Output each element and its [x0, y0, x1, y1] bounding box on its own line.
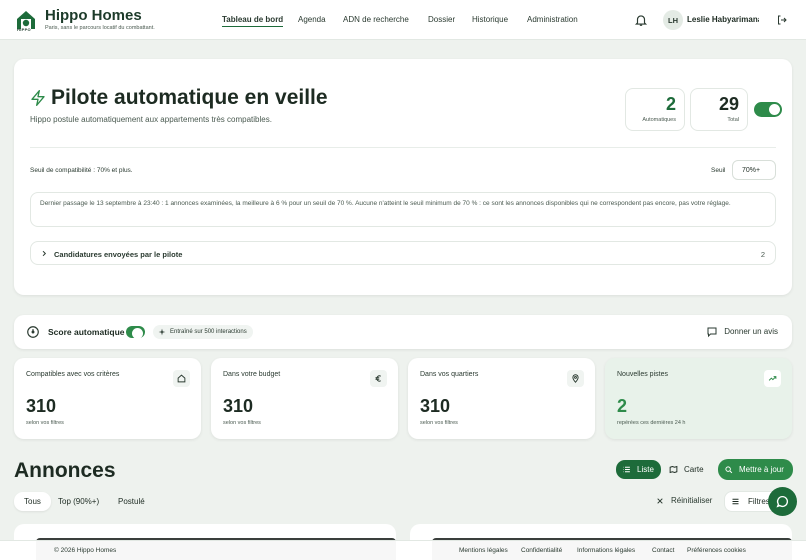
footer-link-mentions[interactable]: Mentions légales	[459, 547, 508, 554]
view-map-button[interactable]: Carte	[664, 460, 714, 479]
candidatures-count: 2	[760, 250, 765, 259]
footer-link-informations[interactable]: Informations légales	[577, 547, 635, 554]
feedback-button[interactable]: Donner un avis	[724, 327, 778, 336]
candidatures-label: Candidatures envoyées par le pilote	[54, 250, 183, 259]
map-icon	[669, 465, 678, 474]
tab-tous[interactable]: Tous	[14, 492, 51, 511]
home-icon	[173, 370, 190, 387]
top-navigation-bar: HIPPO Hippo Homes Paris, sans le parcour…	[0, 0, 806, 40]
filters-label: Filtres	[748, 497, 770, 506]
stat-card-nouvelles-pistes: Nouvelles pistes 2 repérées ces dernière…	[605, 358, 792, 439]
stat-title: Nouvelles pistes	[617, 371, 668, 378]
close-icon	[657, 497, 663, 504]
brand-name[interactable]: Hippo Homes	[45, 7, 142, 24]
automatiques-count: 2	[665, 94, 676, 114]
brand-tagline: Paris, sans le parcours locatif du comba…	[45, 25, 155, 31]
sparkle-icon	[158, 328, 166, 336]
sliders-icon	[732, 498, 739, 505]
trending-up-icon	[764, 370, 781, 387]
automatiques-stat: 2 Automatiques	[625, 88, 685, 131]
message-icon[interactable]	[706, 326, 718, 338]
stat-title: Dans vos quartiers	[420, 371, 479, 378]
copyright: © 2026 Hippo Homes	[54, 547, 117, 554]
autopilot-toggle[interactable]	[754, 102, 782, 117]
update-button[interactable]: Mettre à jour	[718, 459, 793, 480]
user-avatar[interactable]: LH	[663, 10, 683, 30]
score-gauge-icon	[27, 326, 39, 338]
stat-value: 2	[617, 396, 628, 416]
auto-score-bar: Score automatique Entraîné sur 500 inter…	[14, 315, 792, 349]
nav-adn-de-recherche[interactable]: ADN de recherche	[343, 15, 409, 24]
automatiques-label: Automatiques	[642, 117, 676, 123]
nav-historique[interactable]: Historique	[472, 15, 508, 24]
stat-title: Compatibles avec vos critères	[26, 371, 120, 378]
autopilot-card: Pilote automatique en veille Hippo postu…	[14, 59, 792, 295]
footer-link-confidentialite[interactable]: Confidentialité	[521, 547, 562, 554]
tab-top[interactable]: Top (90%+)	[48, 492, 109, 511]
footer-link-contact[interactable]: Contact	[652, 547, 674, 554]
bell-icon[interactable]	[634, 13, 648, 27]
stat-value: 310	[26, 396, 57, 416]
threshold-label: Seuil de compatibilité : 70% et plus.	[30, 167, 133, 174]
total-stat: 29 Total	[690, 88, 748, 131]
view-list-button[interactable]: Liste	[616, 460, 661, 479]
reset-button[interactable]: Réinitialiser	[656, 496, 712, 505]
lightning-bolt-icon	[31, 89, 45, 106]
threshold-control-label: Seuil	[711, 167, 726, 174]
autopilot-title: Pilote automatique en veille	[51, 86, 328, 109]
stat-sub: selon vos filtres	[223, 420, 261, 426]
user-name[interactable]: Leslie Habyarimana	[687, 15, 759, 24]
reset-label: Réinitialiser	[671, 496, 713, 505]
stat-sub: selon vos filtres	[26, 420, 64, 426]
stat-card-quartiers: Dans vos quartiers 310 selon vos filtres	[408, 358, 595, 439]
autopilot-subtitle: Hippo postule automatiquement aux appart…	[30, 115, 272, 124]
nav-dossier[interactable]: Dossier	[428, 15, 455, 24]
search-icon	[725, 466, 733, 474]
chat-bubble-button[interactable]	[768, 487, 797, 516]
footer-link-cookies[interactable]: Préférences cookies	[687, 547, 746, 554]
euro-icon	[370, 370, 387, 387]
annonces-title: Annonces	[14, 459, 116, 482]
stat-title: Dans votre budget	[223, 371, 281, 378]
stat-card-budget: Dans votre budget 310 selon vos filtres	[211, 358, 398, 439]
trained-pill-text: Entraîné sur 500 interactions	[170, 329, 247, 335]
total-label: Total	[727, 117, 739, 123]
view-map-label: Carte	[684, 465, 704, 474]
logo-wordmark: HIPPO	[17, 27, 31, 32]
divider	[30, 147, 776, 148]
view-list-label: Liste	[637, 465, 654, 474]
list-icon	[623, 466, 630, 473]
auto-score-label: Score automatique	[48, 327, 125, 337]
map-pin-icon	[567, 370, 584, 387]
stat-value: 310	[223, 396, 254, 416]
threshold-select[interactable]: 70%+	[732, 160, 776, 180]
last-pass-info: Dernier passage le 13 septembre à 23:40 …	[30, 192, 776, 227]
update-label: Mettre à jour	[739, 465, 784, 474]
stat-sub: selon vos filtres	[420, 420, 458, 426]
candidatures-accordion[interactable]: Candidatures envoyées par le pilote 2	[30, 241, 776, 265]
auto-score-toggle[interactable]	[126, 326, 145, 339]
nav-agenda[interactable]: Agenda	[298, 15, 326, 24]
nav-administration[interactable]: Administration	[527, 15, 578, 24]
tab-postule[interactable]: Postulé	[108, 492, 155, 511]
trained-pill: Entraîné sur 500 interactions	[153, 325, 253, 339]
stat-card-compatibles: Compatibles avec vos critères 310 selon …	[14, 358, 201, 439]
stat-sub: repérées ces dernières 24 h	[617, 420, 686, 426]
chat-icon	[776, 495, 789, 508]
stat-value: 310	[420, 396, 451, 416]
logout-icon[interactable]	[776, 14, 788, 26]
total-count: 29	[718, 94, 739, 114]
footer: © 2026 Hippo Homes Mentions légales Conf…	[0, 540, 806, 560]
chevron-right-icon	[42, 250, 47, 257]
nav-tableau-de-bord[interactable]: Tableau de bord	[222, 15, 284, 27]
